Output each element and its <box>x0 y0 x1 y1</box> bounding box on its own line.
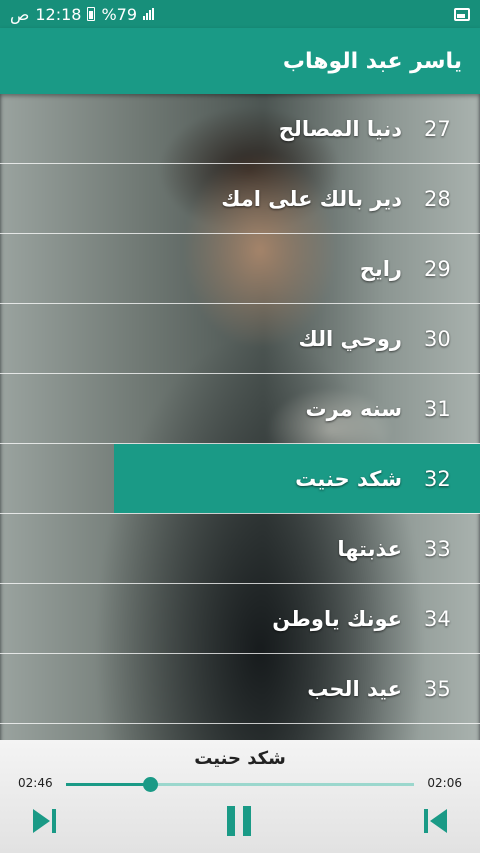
song-number: 32 <box>424 466 451 491</box>
song-row[interactable]: سنه مرت 31 <box>0 374 480 444</box>
status-bar: ص 12:18 %79 <box>0 0 480 28</box>
app-bar: ياسر عبد الوهاب <box>0 28 480 94</box>
song-number: 34 <box>424 606 451 631</box>
now-playing-title: شكد حنيت <box>194 748 286 769</box>
battery-icon <box>87 7 96 21</box>
clock: 12:18 <box>35 4 82 24</box>
song-row[interactable]: عذبتها 33 <box>0 514 480 584</box>
song-title: شكد حنيت <box>295 466 402 491</box>
song-row-active[interactable]: شكد حنيت 32 <box>0 444 480 514</box>
song-title: عذبتها <box>337 536 402 561</box>
song-row[interactable]: دير بالك على امك 28 <box>0 164 480 234</box>
song-row[interactable]: دنيا المصالح 27 <box>0 94 480 164</box>
song-title: رايح <box>359 256 402 281</box>
status-left: ص 12:18 %79 <box>10 4 155 24</box>
song-title: عيد الحب <box>307 676 402 701</box>
song-title: دير بالك على امك <box>221 186 402 211</box>
song-title: روحي الك <box>298 326 402 351</box>
gallery-icon <box>454 7 470 21</box>
song-number: 30 <box>424 326 451 351</box>
song-number: 28 <box>424 186 451 211</box>
song-title: سنه مرت <box>305 396 402 421</box>
ampm: ص <box>10 4 30 24</box>
signal-icon <box>143 8 155 20</box>
seek-progress <box>66 783 150 786</box>
elapsed-time: 02:46 <box>18 776 53 790</box>
song-list: دنيا المصالح 27 دير بالك على امك 28 رايح… <box>0 94 480 724</box>
page-title: ياسر عبد الوهاب <box>282 48 462 74</box>
song-row[interactable]: رايح 29 <box>0 234 480 304</box>
song-number: 27 <box>424 116 451 141</box>
song-row[interactable]: عيد الحب 35 <box>0 654 480 724</box>
player-bar: شكد حنيت 02:46 02:06 <box>0 740 480 853</box>
song-title: عونك ياوطن <box>272 606 402 631</box>
song-row[interactable]: عونك ياوطن 34 <box>0 584 480 654</box>
pause-icon[interactable] <box>224 804 254 838</box>
remaining-time: 02:06 <box>427 776 462 790</box>
song-number: 31 <box>424 396 451 421</box>
seek-thumb[interactable] <box>142 777 158 792</box>
skip-previous-icon[interactable] <box>420 804 450 838</box>
battery-level: %79 <box>101 4 138 24</box>
song-row[interactable]: روحي الك 30 <box>0 304 480 374</box>
seek-bar[interactable] <box>66 783 414 786</box>
song-number: 29 <box>424 256 451 281</box>
song-number: 33 <box>424 536 451 561</box>
skip-next-icon[interactable] <box>30 804 60 838</box>
song-title: دنيا المصالح <box>278 116 402 141</box>
song-number: 35 <box>424 676 451 701</box>
